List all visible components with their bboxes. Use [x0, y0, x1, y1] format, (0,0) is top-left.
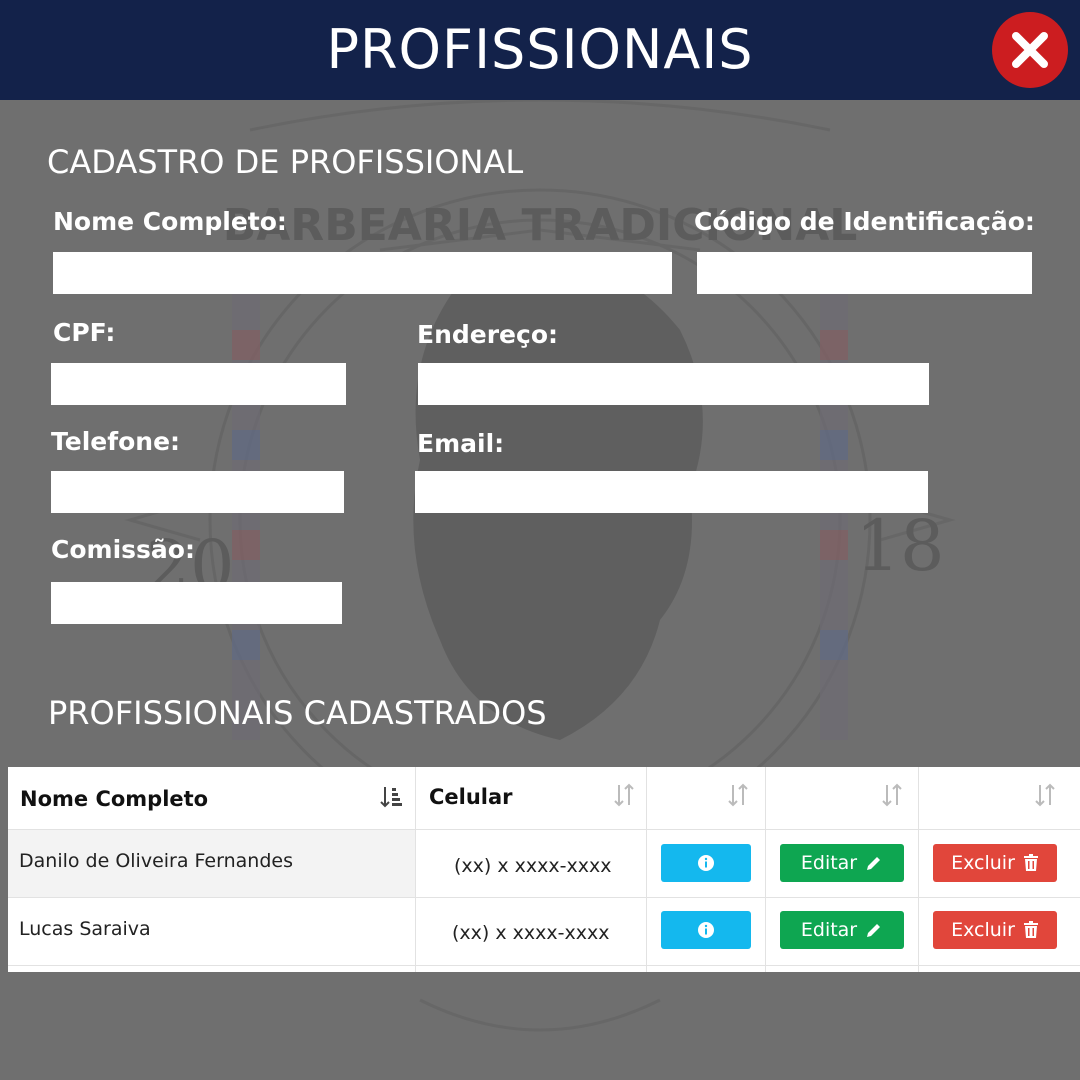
row-nome: Danilo de Oliveira Fernandes	[19, 850, 293, 872]
column-header-nome[interactable]: Nome Completo	[20, 787, 208, 811]
info-icon	[698, 855, 714, 871]
form-title: CADASTRO DE PROFISSIONAL	[47, 143, 524, 181]
sort-icon[interactable]	[380, 785, 404, 809]
edit-button[interactable]: Editar	[780, 911, 904, 949]
row-celular: (xx) x xxxx-xxxx	[454, 855, 612, 877]
email-input[interactable]	[415, 471, 928, 513]
info-icon	[698, 922, 714, 938]
sort-icon[interactable]	[612, 783, 636, 807]
edit-button-label: Editar	[800, 852, 858, 874]
delete-button[interactable]: Excluir	[933, 844, 1057, 882]
close-button[interactable]	[992, 12, 1068, 88]
delete-button-label: Excluir	[951, 852, 1015, 874]
label-endereco: Endereço:	[417, 320, 559, 349]
sort-icon[interactable]	[1033, 783, 1057, 807]
info-button[interactable]	[661, 911, 751, 949]
telefone-input[interactable]	[51, 471, 344, 513]
nome-input[interactable]	[53, 252, 672, 294]
info-button[interactable]	[661, 844, 751, 882]
page-title: PROFISSIONAIS	[326, 18, 754, 81]
row-nome: Lucas Saraiva	[19, 918, 151, 940]
label-codigo: Código de Identificação:	[694, 207, 1035, 236]
trash-icon	[1023, 854, 1038, 871]
delete-button-label: Excluir	[951, 919, 1015, 941]
row-divider	[8, 897, 1080, 898]
column-divider	[765, 767, 766, 972]
column-header-celular[interactable]: Celular	[429, 785, 513, 809]
pencil-icon	[867, 924, 881, 937]
row-divider	[8, 965, 1080, 966]
sort-icon[interactable]	[726, 783, 750, 807]
column-divider	[415, 767, 416, 972]
sort-icon[interactable]	[880, 783, 904, 807]
delete-button[interactable]: Excluir	[933, 911, 1057, 949]
professionals-table: Nome Completo Celular Danilo de Oliveira…	[8, 767, 1080, 972]
row-celular: (xx) x xxxx-xxxx	[452, 922, 610, 944]
codigo-input[interactable]	[697, 252, 1032, 294]
label-telefone: Telefone:	[51, 427, 181, 456]
edit-button[interactable]: Editar	[780, 844, 904, 882]
watermark-year-right: 18	[855, 505, 944, 587]
pencil-icon	[867, 857, 881, 870]
label-email: Email:	[417, 429, 505, 458]
label-comissao: Comissão:	[51, 535, 195, 564]
endereco-input[interactable]	[418, 363, 929, 405]
column-divider	[646, 767, 647, 972]
comissao-input[interactable]	[51, 582, 342, 624]
label-cpf: CPF:	[53, 318, 116, 347]
cpf-input[interactable]	[51, 363, 346, 405]
label-nome: Nome Completo:	[53, 207, 287, 236]
close-icon	[1012, 32, 1048, 68]
trash-icon	[1023, 921, 1038, 938]
list-title: PROFISSIONAIS CADASTRADOS	[48, 694, 547, 732]
edit-button-label: Editar	[800, 919, 858, 941]
column-divider	[918, 767, 919, 972]
header-bar: PROFISSIONAIS	[0, 0, 1080, 100]
